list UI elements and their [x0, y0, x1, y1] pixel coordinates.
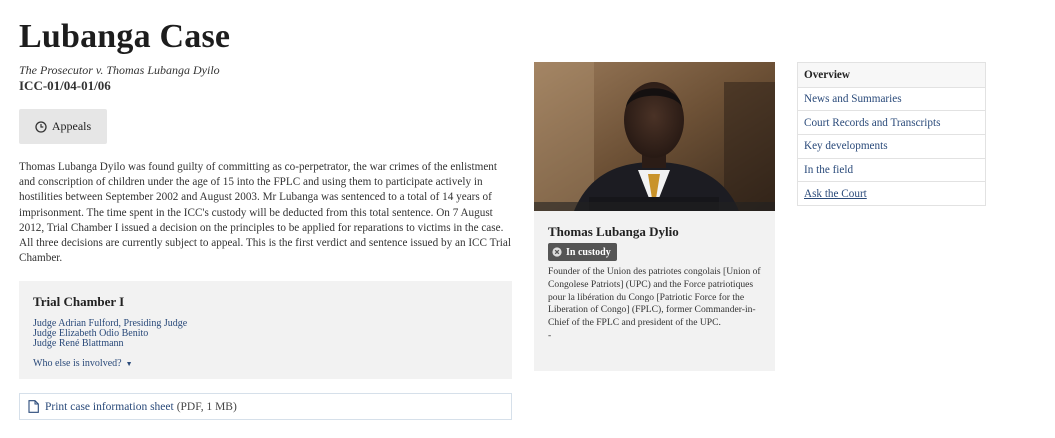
appeals-button[interactable]: Appeals	[19, 109, 107, 144]
nav-item-in-the-field[interactable]: In the field	[798, 157, 985, 182]
chamber-title: Trial Chamber I	[33, 294, 125, 309]
caret-down-icon: ▼	[125, 359, 133, 368]
print-file-info: (PDF, 1 MB)	[176, 400, 237, 413]
who-else-toggle[interactable]: Who else is involved? ▼	[33, 358, 133, 369]
who-else-label: Who else is involved?	[33, 358, 122, 369]
close-circle-icon	[552, 247, 562, 257]
profile-photo	[534, 62, 775, 211]
bio-text: Founder of the Union des patriotes congo…	[548, 266, 761, 329]
document-icon	[28, 400, 39, 413]
nav-item-ask-the-court[interactable]: Ask the Court	[798, 181, 985, 205]
chamber-panel: Trial Chamber I Judge Adrian Fulford, Pr…	[19, 281, 512, 379]
nav-item-key-developments[interactable]: Key developments	[798, 134, 985, 158]
bio-trailer: -	[548, 329, 552, 341]
nav-item-news[interactable]: News and Summaries	[798, 86, 985, 111]
appeals-label: Appeals	[51, 119, 92, 133]
person-name: Thomas Lubanga Dylio	[548, 224, 679, 239]
case-summary: Thomas Lubanga Dyilo was found guilty of…	[19, 161, 511, 265]
print-sheet-box: Print case information sheet (PDF, 1 MB)	[19, 393, 512, 420]
page-title: Lubanga Case	[19, 18, 231, 55]
person-bio: Founder of the Union des patriotes congo…	[548, 266, 766, 343]
nav-item-court-records[interactable]: Court Records and Transcripts	[798, 110, 985, 134]
status-badge: In custody	[548, 243, 617, 261]
case-sidebar-nav: Overview News and Summaries Court Record…	[797, 62, 986, 207]
case-number: ICC-01/04-01/06	[19, 78, 111, 93]
clock-icon	[35, 120, 47, 133]
status-badge-label: In custody	[566, 246, 611, 258]
nav-item-overview[interactable]: Overview	[798, 63, 985, 87]
profile-card: Thomas Lubanga Dylio In custody Founder …	[534, 62, 775, 371]
print-sheet-link[interactable]: Print case information sheet	[45, 401, 174, 413]
case-subtitle: The Prosecutor v. Thomas Lubanga Dyilo	[19, 63, 220, 77]
judge-link[interactable]: Judge René Blattmann	[33, 339, 498, 349]
